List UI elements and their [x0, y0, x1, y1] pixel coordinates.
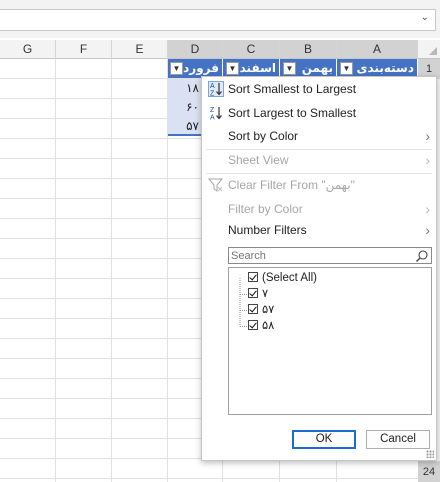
filter-active-b-icon[interactable]: ▼ — [283, 62, 296, 75]
svg-text:Z: Z — [210, 107, 215, 114]
formula-bar-area: ⌄ — [0, 0, 440, 38]
column-header-e[interactable]: E — [112, 40, 168, 59]
svg-text:Z: Z — [210, 91, 215, 98]
svg-text:A: A — [210, 115, 215, 122]
filter-dropdown-c-icon[interactable]: ▼ — [226, 62, 239, 75]
ok-button[interactable]: OK — [292, 430, 356, 449]
cancel-button[interactable]: Cancel — [366, 430, 430, 449]
number-filters-label: Number Filters — [228, 223, 307, 237]
filter-dropdown-d-icon[interactable]: ▼ — [170, 62, 183, 75]
value-label: (Select All) — [262, 272, 317, 284]
chevron-right-icon: › — [425, 201, 430, 217]
formula-bar[interactable]: ⌄ — [0, 9, 436, 31]
sort-by-color-label: Sort by Color — [228, 129, 299, 143]
sort-by-color-item[interactable]: Sort by Color › — [202, 125, 436, 147]
sort-descending-item[interactable]: Z A Sort Largest to Smallest — [202, 102, 436, 124]
search-icon — [416, 250, 428, 262]
resize-grip-icon[interactable] — [426, 450, 434, 458]
row-header-24[interactable]: 24 — [418, 462, 440, 482]
sheet-view-item: Sheet View › — [202, 149, 436, 171]
select-all-corner[interactable] — [418, 40, 440, 59]
column-header-f[interactable]: F — [56, 40, 112, 59]
filter-dropdown-a-icon[interactable]: ▼ — [340, 62, 353, 75]
svg-text:A: A — [210, 83, 215, 90]
chevron-right-icon: › — [425, 128, 430, 144]
tree-lines — [239, 278, 247, 327]
filter-by-color-item: Filter by Color › — [202, 198, 436, 220]
sort-ascending-icon: A Z — [208, 81, 224, 97]
chevron-right-icon: › — [425, 222, 430, 238]
clear-filter-item: Clear Filter From "بهمن" — [202, 174, 436, 196]
filter-values-list[interactable]: (Select All) ۷ ۵۷ ۵۸ — [228, 267, 432, 415]
column-header-a[interactable]: A — [337, 40, 418, 59]
column-header-c[interactable]: C — [223, 40, 280, 59]
value-label: ۷ — [262, 288, 269, 300]
column-header-g[interactable]: G — [0, 40, 56, 59]
cell-d2[interactable]: ۱۸ — [168, 79, 202, 98]
sort-ascending-item[interactable]: A Z Sort Smallest to Largest — [202, 78, 436, 100]
value-label: ۵۷ — [262, 304, 275, 316]
select-all-triangle-icon — [429, 47, 437, 55]
column-header-b[interactable]: B — [280, 40, 337, 59]
chevron-right-icon: › — [425, 152, 430, 168]
sort-ascending-label: Sort Smallest to Largest — [228, 82, 357, 96]
column-header-d[interactable]: D — [168, 40, 223, 59]
cell-d4[interactable]: ۵۷ — [168, 117, 202, 136]
sheet-view-label: Sheet View — [228, 153, 289, 167]
autofilter-dropdown: A Z Sort Smallest to Largest Z A Sort La… — [201, 76, 437, 461]
number-filters-item[interactable]: Number Filters › — [202, 219, 436, 241]
sort-descending-label: Sort Largest to Smallest — [228, 106, 357, 120]
chevron-down-icon[interactable]: ⌄ — [421, 12, 429, 23]
filter-by-color-label: Filter by Color — [228, 202, 303, 216]
clear-filter-label: Clear Filter From "بهمن" — [228, 178, 355, 192]
funnel-clear-icon — [208, 178, 224, 192]
filter-search-box[interactable] — [228, 247, 432, 264]
sort-descending-icon: Z A — [210, 107, 222, 122]
search-input[interactable] — [231, 249, 411, 262]
value-label: ۵۸ — [262, 320, 275, 332]
cell-d3[interactable]: ۶۰ — [168, 98, 202, 117]
